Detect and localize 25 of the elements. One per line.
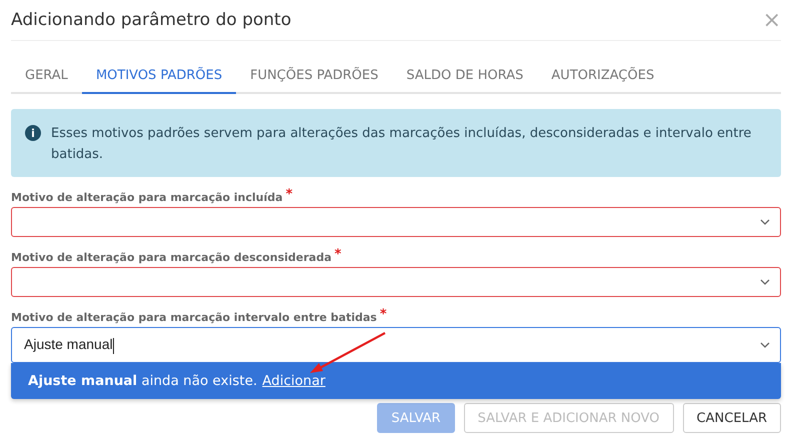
- info-message: Esses motivos padrões servem para alterações das marcações incluídas, desconsideradas e intervalo entre batidas.: [51, 125, 752, 164]
- tab[interactable]: AUTORIZAÇÕES: [537, 58, 668, 94]
- required-mark: *: [334, 247, 342, 262]
- tab[interactable]: MOTIVOS PADRÕES: [82, 58, 236, 94]
- add-link[interactable]: Adicionar: [262, 373, 326, 389]
- dialog-title: Adicionando parâmetro do ponto: [11, 10, 292, 30]
- field-label: Motivo de alteração para marcação desconsiderada: [11, 251, 332, 264]
- select-field[interactable]: [11, 207, 781, 237]
- info-icon: i: [25, 125, 41, 141]
- chevron-down-icon[interactable]: [760, 342, 770, 348]
- tab[interactable]: GERAL: [11, 58, 82, 94]
- tab[interactable]: FUNÇÕES PADRÕES: [236, 58, 392, 94]
- close-button[interactable]: ×: [762, 8, 781, 32]
- dropdown-option-text: Ajuste manual ainda não existe.: [28, 373, 258, 389]
- field-label: Motivo de alteração para marcação intervalo entre batidas: [11, 311, 377, 324]
- action-button[interactable]: CANCELAR: [682, 403, 781, 433]
- field-label: Motivo de alteração para marcação incluída: [11, 191, 283, 204]
- select-field[interactable]: Ajuste manual: [11, 327, 781, 363]
- chevron-down-icon[interactable]: [760, 219, 770, 225]
- field-value: Ajuste manual: [24, 336, 113, 352]
- select-field[interactable]: [11, 267, 781, 297]
- chevron-down-icon[interactable]: [760, 279, 770, 285]
- required-mark: *: [380, 307, 387, 322]
- required-mark: *: [286, 187, 293, 202]
- tab[interactable]: SALDO DE HORAS: [392, 58, 538, 94]
